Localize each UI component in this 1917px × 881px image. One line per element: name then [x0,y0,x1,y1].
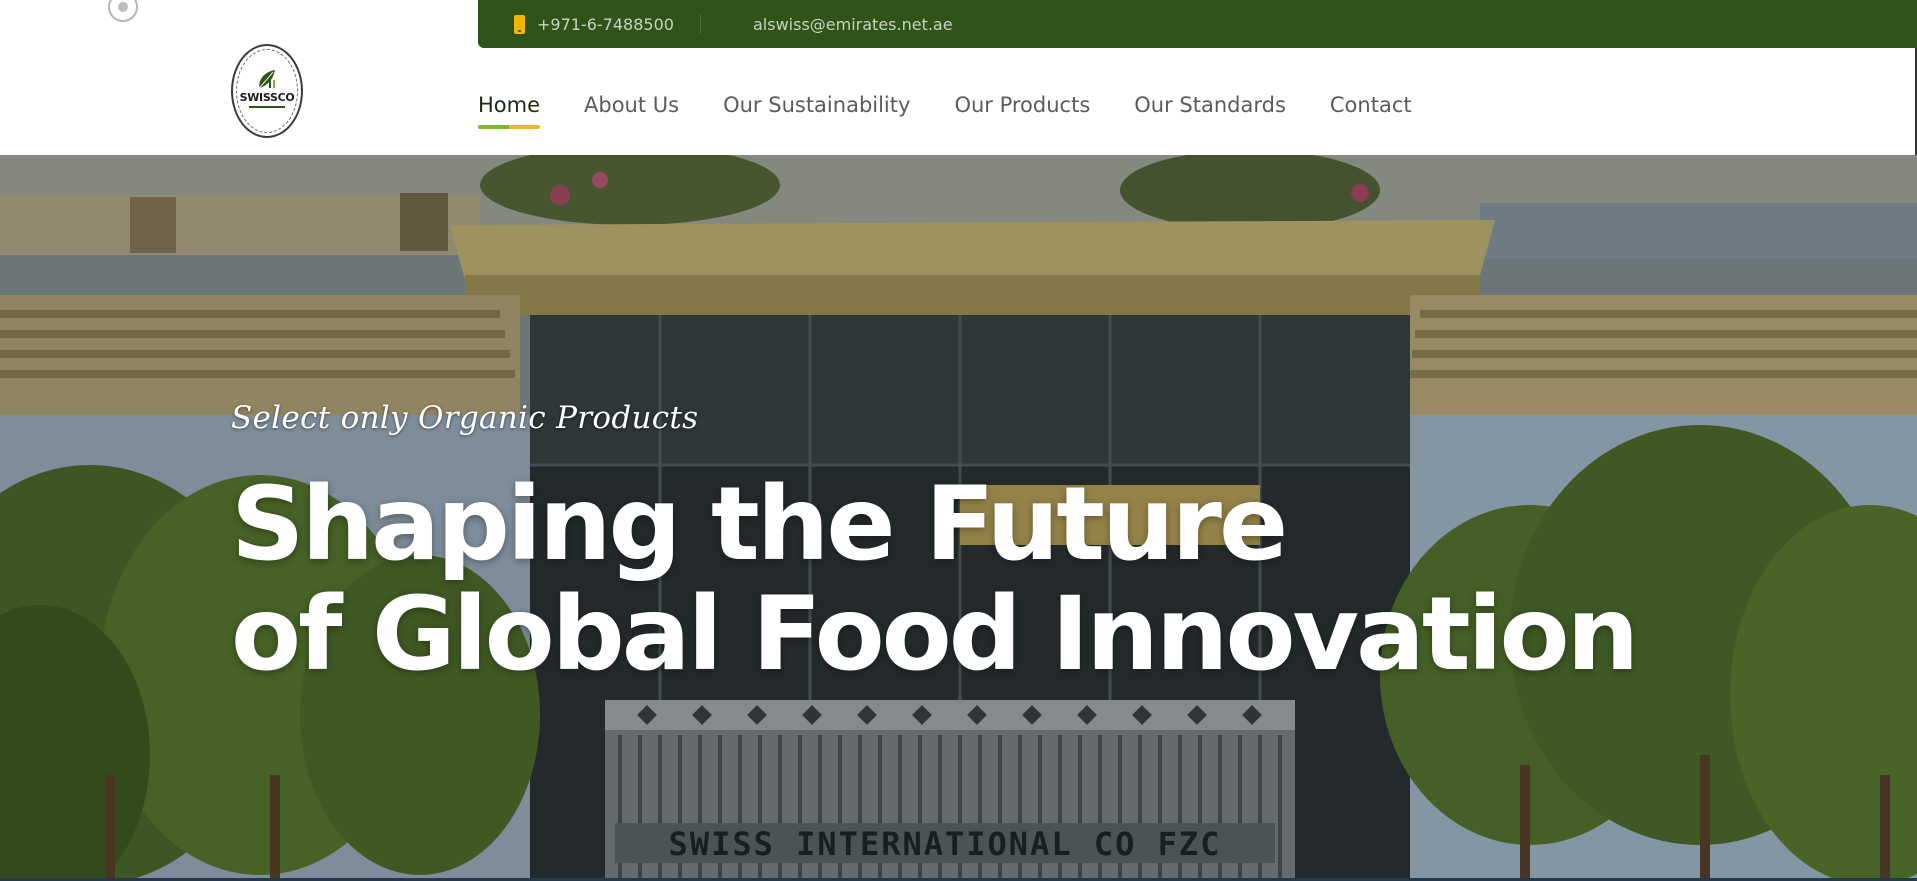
nav-item-our-sustainability[interactable]: Our Sustainability [723,90,910,120]
email-link[interactable]: alswiss@emirates.net.ae [753,0,953,48]
site-header: +971-6-7488500 alswiss@emirates.net.ae S… [0,0,1917,155]
hero-title-line-1: Shaping the Future [231,465,1288,584]
hero-title-line-2: of Global Food Innovation [231,575,1639,694]
email-address: alswiss@emirates.net.ae [753,14,953,34]
phone-link[interactable]: +971-6-7488500 [514,0,674,48]
main-nav: Home About Us Our Sustainability Our Pro… [478,90,1456,129]
hero-title: Shaping the Future of Global Food Innova… [231,465,1639,694]
nav-item-our-standards[interactable]: Our Standards [1134,90,1286,120]
top-contact-bar: +971-6-7488500 alswiss@emirates.net.ae [478,0,1917,48]
leaf-icon [258,70,275,89]
phone-icon [514,14,525,34]
nav-item-label: Our Standards [1134,93,1286,117]
page: +971-6-7488500 alswiss@emirates.net.ae S… [0,0,1917,881]
nav-item-label: Home [478,93,541,117]
phone-number: +971-6-7488500 [537,14,674,34]
nav-item-label: About Us [584,93,680,117]
nav-active-indicator [478,125,541,129]
loader-icon [108,0,138,22]
site-logo[interactable]: SWISSCO [231,44,303,138]
topbar-divider [700,14,701,34]
nav-item-our-products[interactable]: Our Products [954,90,1090,120]
nav-item-label: Our Products [954,93,1091,117]
logo-underline [249,106,285,108]
hero-content: Select only Organic Products Shaping the… [231,400,1639,694]
hero-section: SWISS INTERNATIONAL CO FZC Select only O… [0,155,1917,881]
nav-item-home[interactable]: Home [478,90,541,129]
nav-item-contact[interactable]: Contact [1330,90,1412,120]
logo-text: SWISSCO [239,91,295,104]
nav-item-about-us[interactable]: About Us [584,90,679,120]
nav-item-label: Contact [1329,93,1412,117]
hero-tagline: Select only Organic Products [231,400,699,436]
nav-item-label: Our Sustainability [723,93,911,117]
